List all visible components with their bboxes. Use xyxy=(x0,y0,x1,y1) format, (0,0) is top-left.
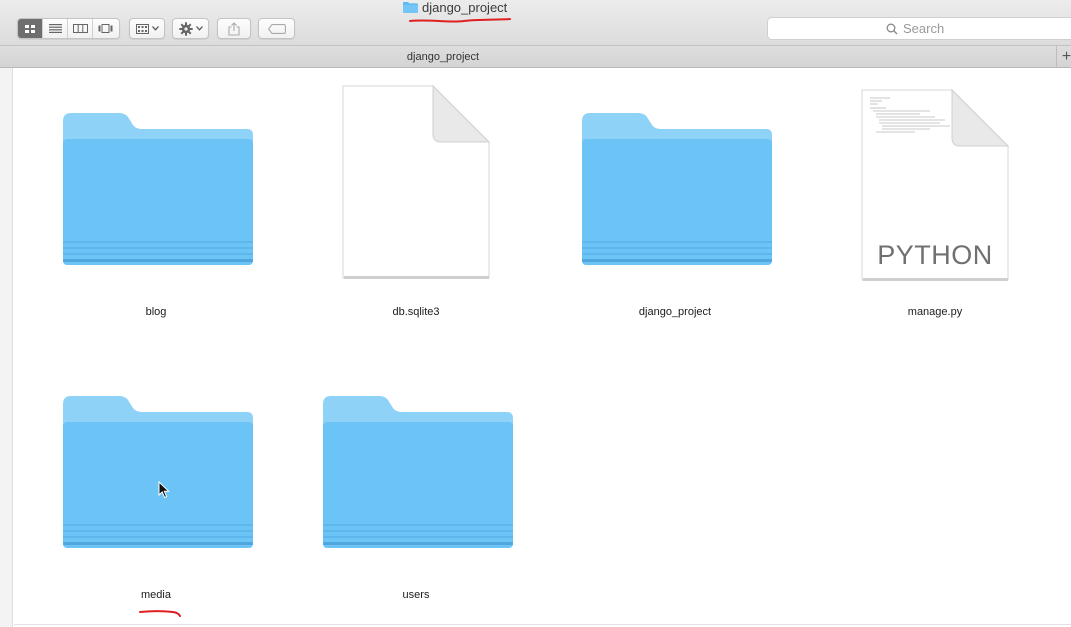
sidebar-edge xyxy=(0,68,13,627)
annotation-underline xyxy=(139,610,181,617)
file-name: users xyxy=(402,589,430,601)
file-item-django-project[interactable]: django_project xyxy=(575,98,775,348)
columns-icon xyxy=(72,24,88,33)
gallery-view-button[interactable] xyxy=(93,19,118,38)
group-by-button[interactable] xyxy=(129,18,165,39)
file-item-blog[interactable]: blog xyxy=(56,98,256,348)
annotation-underline xyxy=(409,18,511,23)
toolbar: django_project xyxy=(0,0,1071,45)
document-icon xyxy=(316,84,516,308)
folder-icon xyxy=(56,381,256,591)
file-icon-view: blog db.sqlite3 django_project PYTHON ma… xyxy=(14,68,1071,627)
file-name: blog xyxy=(145,306,167,318)
python-badge: PYTHON xyxy=(877,240,993,270)
folder-icon xyxy=(575,98,775,308)
list-view-button[interactable] xyxy=(43,19,68,38)
gear-icon xyxy=(178,21,193,36)
tab-bar: django_project + xyxy=(0,45,1071,68)
file-item-media[interactable]: media xyxy=(56,381,256,627)
python-file-icon: PYTHON xyxy=(835,88,1035,308)
file-item-manage-py[interactable]: PYTHON manage.py xyxy=(835,88,1035,348)
tag-button[interactable] xyxy=(258,18,295,39)
chevron-down-icon xyxy=(195,26,203,31)
search-icon xyxy=(886,23,898,34)
chevron-down-icon xyxy=(151,26,159,31)
tab-title[interactable]: django_project xyxy=(0,51,886,63)
gallery-icon xyxy=(98,24,113,33)
group-icon xyxy=(135,23,149,34)
folder-icon xyxy=(316,381,516,591)
grid-icon xyxy=(25,24,35,33)
share-button[interactable] xyxy=(217,18,251,39)
search-input[interactable] xyxy=(903,21,953,36)
folder-icon xyxy=(56,98,256,308)
icon-view-button[interactable] xyxy=(18,19,43,38)
file-name: manage.py xyxy=(907,306,963,318)
divider xyxy=(14,624,1071,625)
list-icon xyxy=(48,24,62,33)
folder-icon xyxy=(403,1,418,13)
new-tab-button[interactable]: + xyxy=(1056,46,1071,68)
mouse-cursor-icon xyxy=(158,481,170,499)
file-item-users[interactable]: users xyxy=(316,381,516,627)
column-view-button[interactable] xyxy=(68,19,93,38)
window-title-text: django_project xyxy=(422,0,508,15)
share-icon xyxy=(228,21,240,36)
action-button[interactable] xyxy=(172,18,209,39)
tag-icon xyxy=(267,23,286,34)
view-mode-control xyxy=(17,18,120,39)
file-name: django_project xyxy=(638,306,712,318)
file-name: media xyxy=(141,589,171,601)
file-item-db-sqlite3[interactable]: db.sqlite3 xyxy=(316,84,516,348)
window-title: django_project xyxy=(403,0,508,15)
file-name: db.sqlite3 xyxy=(392,306,440,318)
search-field[interactable] xyxy=(767,17,1071,40)
